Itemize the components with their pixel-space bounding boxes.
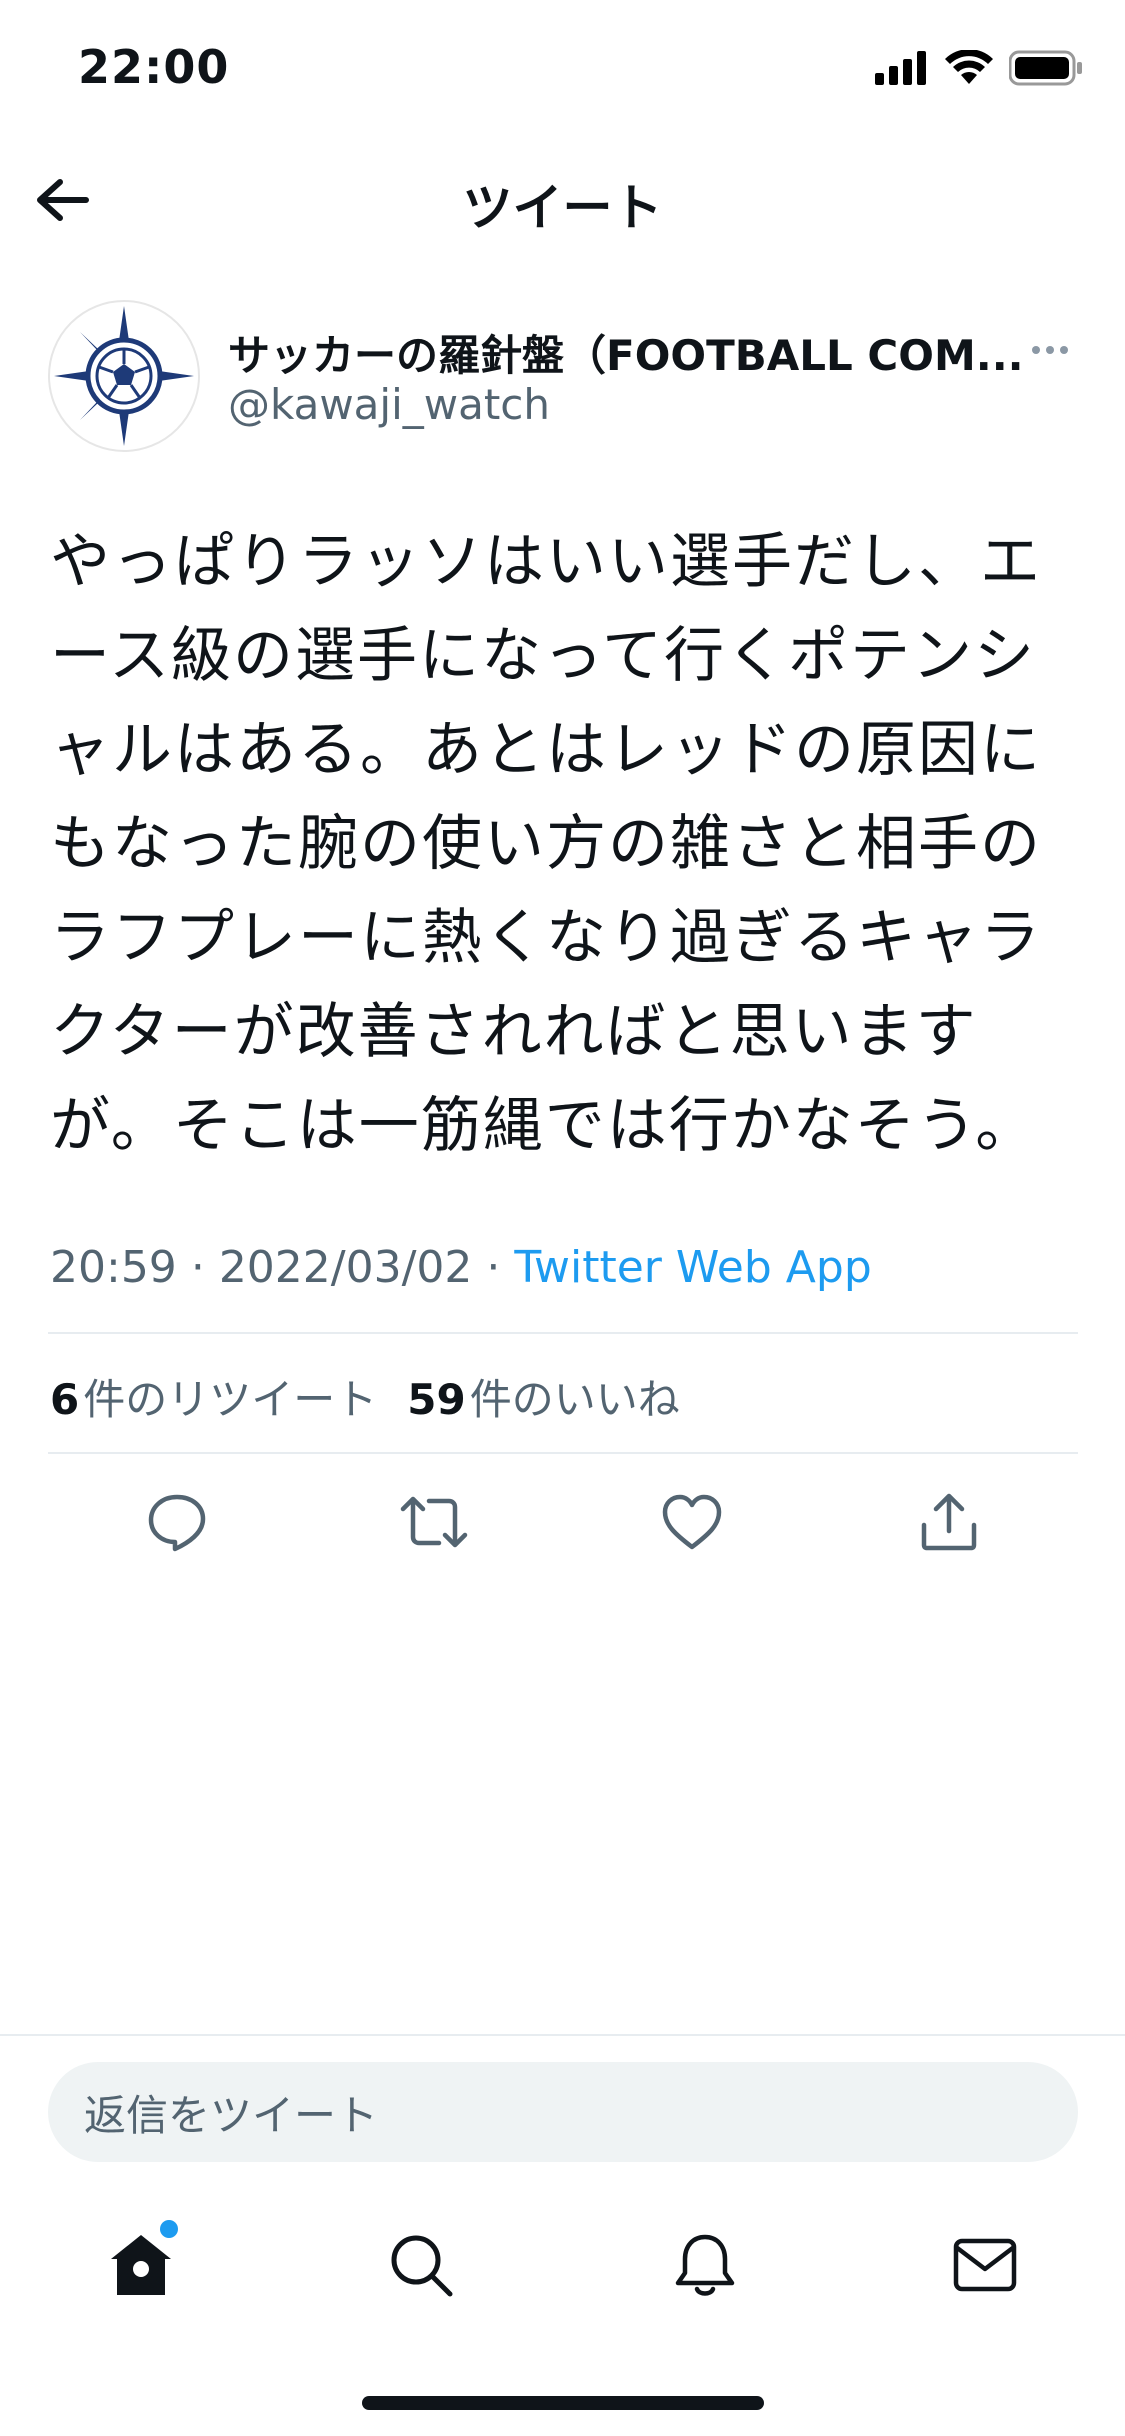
reply-button[interactable] <box>137 1482 217 1562</box>
avatar[interactable] <box>48 300 200 452</box>
signal-icon <box>875 51 926 85</box>
more-dot-icon <box>1046 346 1054 354</box>
battery-icon <box>1009 50 1082 86</box>
more-dot-icon <box>1032 346 1040 354</box>
tweet-text: やっぱりラッソはいい選手だし、エース級の選手になって行くポテンシャルはある。あと… <box>50 527 1042 1161</box>
tab-messages[interactable] <box>940 2220 1030 2310</box>
heart-icon <box>662 1494 721 1550</box>
nav-header: ツイート <box>0 150 1125 250</box>
page-title: ツイート <box>462 179 663 237</box>
tab-notifications[interactable] <box>660 2220 750 2310</box>
author-handle[interactable]: @kawaji_watch <box>228 380 550 429</box>
tweet-meta: 20:59 · 2022/03/02 · Twitter Web App <box>50 1242 872 1293</box>
like-label: 件のいいね <box>469 1375 680 1424</box>
share-button[interactable] <box>909 1482 989 1562</box>
tweet-detail-screen: 22:00 ツイート サッカーの羅針盤（FOOTBALL COM... @kaw… <box>0 0 1125 2436</box>
tweet-date[interactable]: 2022/03/02 <box>219 1242 473 1293</box>
tab-home[interactable] <box>96 2220 186 2310</box>
reply-separator <box>0 2034 1125 2036</box>
status-time: 22:00 <box>78 40 230 94</box>
status-icons <box>875 50 1083 86</box>
author-name[interactable]: サッカーの羅針盤（FOOTBALL COM... <box>228 322 1048 383</box>
share-icon <box>922 1493 977 1551</box>
home-indicator[interactable] <box>362 2396 764 2410</box>
retweet-button[interactable] <box>394 1482 474 1562</box>
retweet-count: 6 <box>50 1375 80 1424</box>
divider <box>48 1452 1078 1454</box>
wifi-icon <box>945 50 993 84</box>
more-options-button[interactable] <box>1022 330 1078 370</box>
retweet-stat[interactable]: 6件のリツイート <box>50 1366 377 1427</box>
mail-icon <box>953 2238 1017 2292</box>
reply-icon <box>148 1494 205 1552</box>
tweet-author: サッカーの羅針盤（FOOTBALL COM... @kawaji_watch <box>48 300 1078 460</box>
tweet-time: 20:59 <box>50 1242 177 1293</box>
like-stat[interactable]: 59件のいいね <box>407 1366 679 1427</box>
compass-ball-logo <box>54 306 194 446</box>
notification-dot <box>160 2220 178 2238</box>
meta-separator: · <box>190 1242 205 1293</box>
like-button[interactable] <box>652 1482 732 1562</box>
reply-input[interactable]: 返信をツイート <box>48 2062 1078 2162</box>
like-count: 59 <box>407 1375 466 1424</box>
retweet-label: 件のリツイート <box>83 1375 378 1424</box>
tab-bar <box>0 2210 1125 2320</box>
meta-separator: · <box>486 1242 501 1293</box>
engagement-stats: 6件のリツイート 59件のいいね <box>50 1366 680 1427</box>
search-icon <box>391 2235 453 2297</box>
status-bar: 22:00 <box>0 0 1125 135</box>
more-dot-icon <box>1060 346 1068 354</box>
tweet-actions <box>48 1482 1078 1562</box>
tweet-source-link[interactable]: Twitter Web App <box>514 1242 871 1293</box>
tab-search[interactable] <box>376 2220 466 2310</box>
home-icon <box>111 2235 171 2295</box>
retweet-icon <box>401 1496 468 1548</box>
divider <box>48 1332 1078 1334</box>
bell-icon <box>675 2234 735 2296</box>
